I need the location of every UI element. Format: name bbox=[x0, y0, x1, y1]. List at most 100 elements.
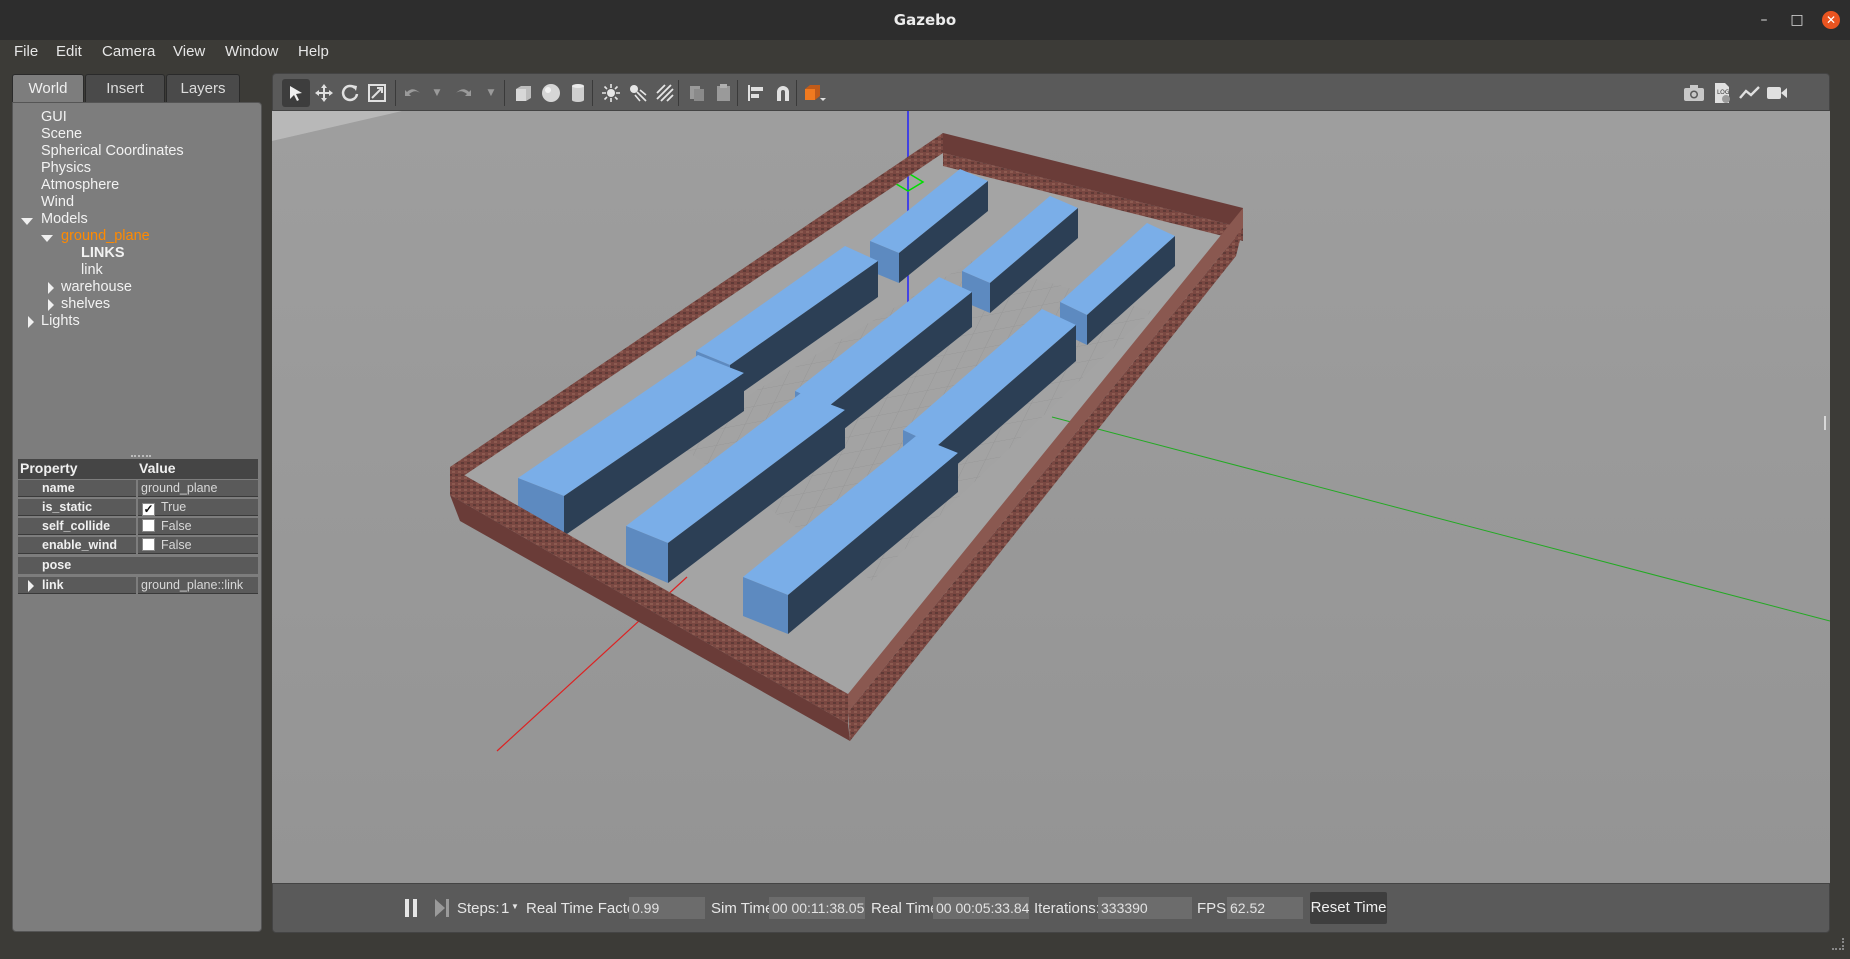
reset-time-button[interactable]: Reset Time bbox=[1310, 892, 1387, 924]
snap-magnet-icon[interactable] bbox=[769, 79, 797, 107]
toolbar: ▼ ▼ LOG bbox=[272, 73, 1830, 111]
world-tab-body: GUI Scene Spherical Coordinates Physics … bbox=[12, 102, 262, 932]
checkbox-self-collide[interactable] bbox=[142, 519, 155, 532]
tree-item-physics[interactable]: Physics bbox=[41, 160, 91, 176]
box-icon[interactable] bbox=[509, 79, 537, 107]
select-arrow-icon[interactable] bbox=[282, 79, 310, 107]
cylinder-icon[interactable] bbox=[564, 79, 592, 107]
property-row-pose[interactable]: pose bbox=[18, 557, 258, 574]
video-record-icon[interactable] bbox=[1763, 79, 1791, 107]
redo-history-dropdown-icon[interactable]: ▼ bbox=[477, 79, 505, 107]
value-column-header: Value bbox=[139, 460, 176, 476]
fps-field: 62.52 bbox=[1227, 897, 1303, 919]
expand-lights-icon[interactable] bbox=[28, 316, 34, 328]
menu-window[interactable]: Window bbox=[225, 43, 278, 60]
expand-ground-plane-icon[interactable] bbox=[41, 235, 53, 242]
toolbar-separator bbox=[592, 80, 593, 106]
sim-time-label: Sim Time: bbox=[711, 900, 778, 917]
property-row-link[interactable]: link ground_plane::link bbox=[18, 577, 258, 594]
tab-layers[interactable]: Layers bbox=[166, 74, 240, 102]
directional-light-icon[interactable] bbox=[651, 79, 679, 107]
viewport-splitter-handle[interactable] bbox=[1824, 416, 1826, 430]
plot-icon[interactable] bbox=[1736, 79, 1764, 107]
expand-link-icon[interactable] bbox=[28, 580, 34, 592]
tree-item-lights[interactable]: Lights bbox=[41, 313, 80, 329]
tree-item-spherical-coordinates[interactable]: Spherical Coordinates bbox=[41, 143, 184, 159]
left-tabs: World Insert Layers bbox=[12, 74, 262, 102]
minimize-icon[interactable]: – bbox=[1756, 12, 1772, 28]
property-key: enable_wind bbox=[18, 537, 136, 554]
align-icon[interactable] bbox=[742, 79, 770, 107]
tree-item-links: LINKS bbox=[81, 245, 125, 261]
tree-item-gui[interactable]: GUI bbox=[41, 109, 67, 125]
iterations-label: Iterations: bbox=[1034, 900, 1100, 917]
pause-icon[interactable] bbox=[403, 899, 419, 917]
screenshot-camera-icon[interactable] bbox=[1680, 79, 1708, 107]
property-key: self_collide bbox=[18, 518, 136, 535]
point-light-icon[interactable] bbox=[597, 79, 625, 107]
copy-icon[interactable] bbox=[683, 79, 711, 107]
step-forward-icon[interactable] bbox=[435, 899, 451, 917]
tree-item-wind[interactable]: Wind bbox=[41, 194, 74, 210]
property-column-header: Property bbox=[20, 460, 78, 476]
menu-help[interactable]: Help bbox=[298, 43, 329, 60]
tree-item-ground-plane[interactable]: ground_plane bbox=[61, 228, 150, 244]
menu-camera[interactable]: Camera bbox=[102, 43, 155, 60]
steps-value[interactable]: 1 bbox=[501, 900, 509, 917]
property-value-is-static: ✓ True bbox=[138, 499, 258, 516]
property-value-name[interactable]: ground_plane bbox=[138, 480, 258, 497]
resize-grip[interactable] bbox=[1832, 938, 1844, 950]
splitter-handle[interactable] bbox=[131, 455, 151, 457]
left-panel: World Insert Layers GUI Scene Spherical … bbox=[12, 74, 262, 932]
fps-label: FPS: bbox=[1197, 900, 1231, 917]
tree-item-link[interactable]: link bbox=[81, 262, 103, 278]
menu-file[interactable]: File bbox=[14, 43, 38, 60]
property-row-self-collide: self_collide False bbox=[18, 518, 258, 535]
expand-models-icon[interactable] bbox=[21, 218, 33, 225]
real-time-factor-label: Real Time Factor: bbox=[526, 900, 645, 917]
property-row-name: name ground_plane bbox=[18, 480, 258, 497]
steps-dropdown-icon[interactable]: ▼ bbox=[511, 902, 519, 911]
undo-history-dropdown-icon[interactable]: ▼ bbox=[423, 79, 451, 107]
spot-light-icon[interactable] bbox=[624, 79, 652, 107]
rotate-icon[interactable] bbox=[336, 79, 364, 107]
tab-insert[interactable]: Insert bbox=[85, 74, 165, 102]
close-icon[interactable]: ✕ bbox=[1822, 11, 1840, 29]
property-row-enable-wind: enable_wind False bbox=[18, 537, 258, 554]
menubar: File Edit Camera View Window Help bbox=[0, 40, 1850, 64]
checkbox-label: False bbox=[161, 538, 192, 552]
property-row-is-static: is_static ✓ True bbox=[18, 499, 258, 516]
simulation-statusbar: Steps: 1 ▼ Real Time Factor: 0.99 Sim Ti… bbox=[272, 883, 1830, 933]
checkbox-is-static[interactable]: ✓ bbox=[142, 503, 155, 516]
window-title: Gazebo bbox=[893, 11, 957, 29]
scene-viewport[interactable] bbox=[272, 111, 1830, 883]
sim-time-field: 00 00:11:38.059 bbox=[769, 897, 865, 919]
translate-icon[interactable] bbox=[310, 79, 338, 107]
real-time-field: 00 00:05:33.840 bbox=[933, 897, 1029, 919]
log-icon[interactable]: LOG bbox=[1708, 79, 1736, 107]
maximize-icon[interactable]: □ bbox=[1789, 12, 1805, 28]
expand-warehouse-icon[interactable] bbox=[48, 282, 54, 294]
scale-icon[interactable] bbox=[363, 79, 391, 107]
expand-shelves-icon[interactable] bbox=[48, 299, 54, 311]
menu-view[interactable]: View bbox=[173, 43, 205, 60]
change-view-icon[interactable] bbox=[801, 79, 829, 107]
tree-item-models[interactable]: Models bbox=[41, 211, 88, 227]
checkbox-label: True bbox=[161, 500, 187, 514]
tree-item-atmosphere[interactable]: Atmosphere bbox=[41, 177, 119, 193]
toolbar-separator bbox=[737, 80, 738, 106]
toolbar-separator bbox=[395, 80, 396, 106]
checkbox-enable-wind[interactable] bbox=[142, 538, 155, 551]
tab-world[interactable]: World bbox=[12, 74, 84, 102]
scene-render bbox=[272, 111, 1830, 883]
sphere-icon[interactable] bbox=[537, 79, 565, 107]
menu-edit[interactable]: Edit bbox=[56, 43, 82, 60]
tree-item-scene[interactable]: Scene bbox=[41, 126, 82, 142]
property-table-header: Property Value bbox=[18, 459, 258, 479]
tree-item-warehouse[interactable]: warehouse bbox=[61, 279, 132, 295]
tree-item-shelves[interactable]: shelves bbox=[61, 296, 110, 312]
redo-icon[interactable] bbox=[449, 79, 477, 107]
property-value-enable-wind: False bbox=[138, 537, 258, 554]
paste-icon[interactable] bbox=[710, 79, 738, 107]
real-time-label: Real Time: bbox=[871, 900, 943, 917]
